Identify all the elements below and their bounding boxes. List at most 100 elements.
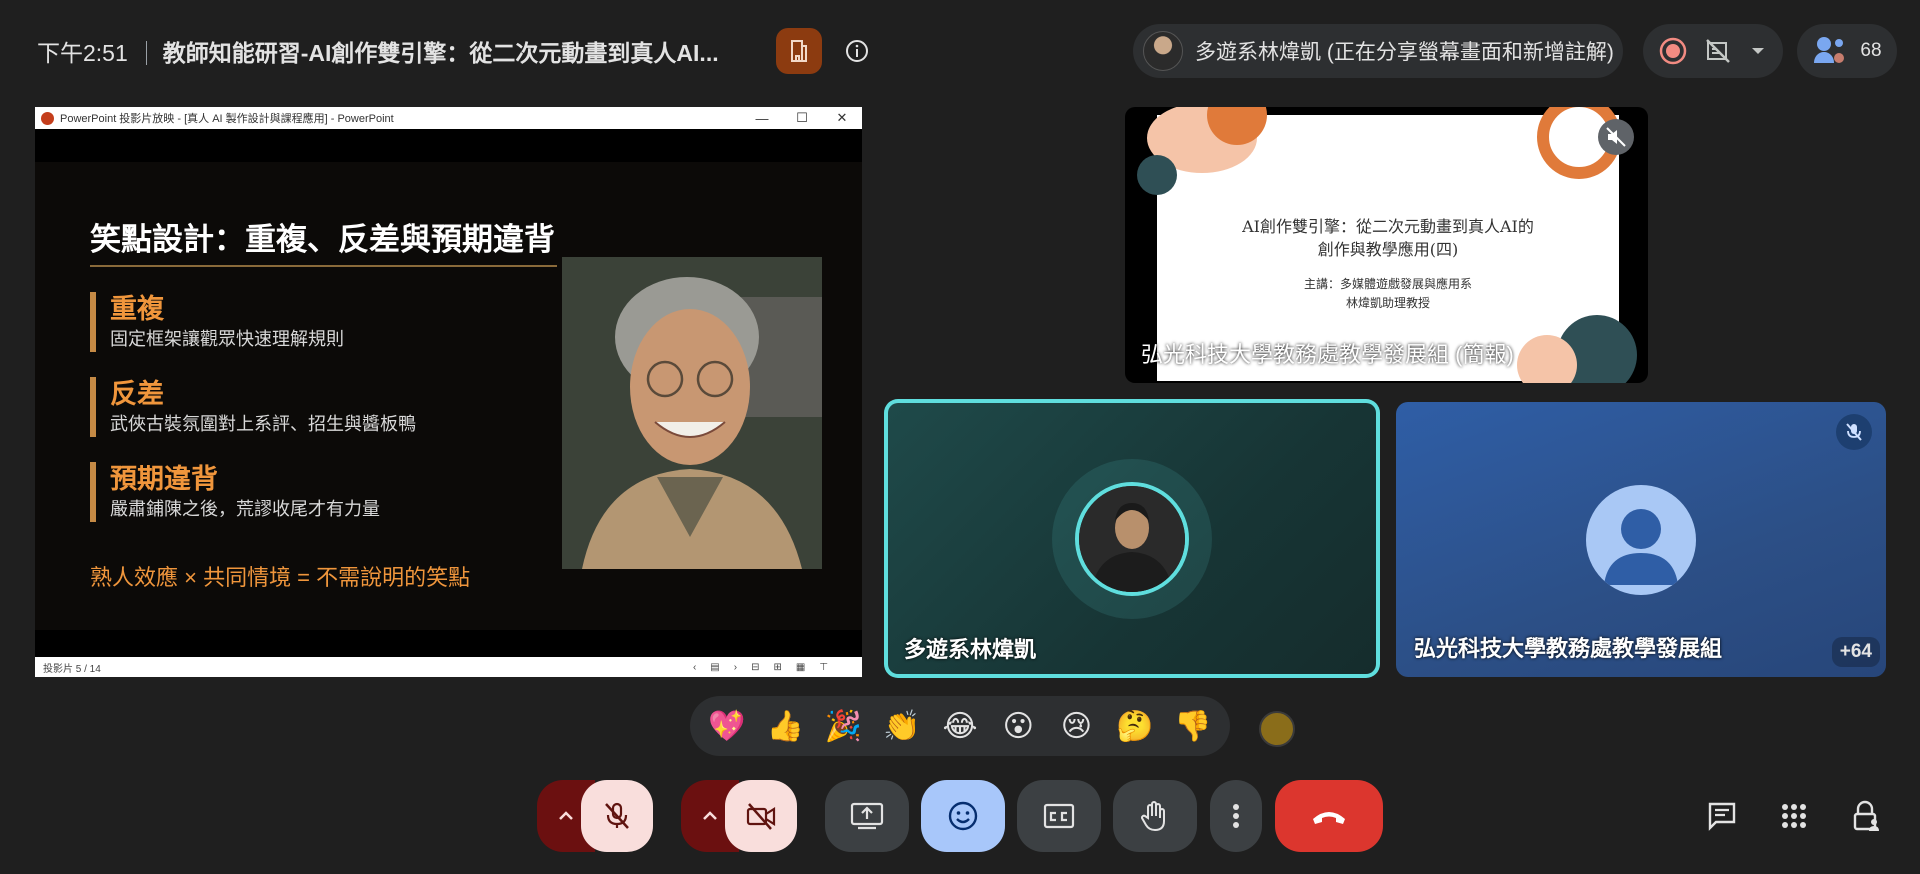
meeting-info-button[interactable] xyxy=(842,36,872,66)
minimize-icon: — xyxy=(755,110,769,126)
meeting-title: 教師知能研習-AI創作雙引擎：從二次元動畫到真人AI... xyxy=(162,40,719,66)
reaction-crying[interactable]: 😢 xyxy=(1053,703,1099,749)
captions-off-icon xyxy=(1706,39,1730,63)
shared-screen: PowerPoint 投影片放映 - [真人 AI 製作設計與課程應用] - P… xyxy=(35,107,862,677)
record-icon xyxy=(1660,37,1687,65)
slide-point: 重複 固定框架讓觀眾快速理解規則 xyxy=(90,292,344,352)
recording-chip[interactable] xyxy=(1643,24,1783,78)
lock-person-icon xyxy=(1853,800,1879,831)
presentation-tile-label: 弘光科技大學教務處教學發展組 (簡報) xyxy=(1141,342,1514,367)
powerpoint-icon xyxy=(41,111,54,125)
person-icon xyxy=(1604,509,1678,585)
current-time: 下午2:51 xyxy=(37,40,128,66)
presenter-chip[interactable]: 多遊系林煒凱 (正在分享螢幕畫面和新增註解) xyxy=(1133,24,1623,78)
camera-off-icon xyxy=(746,803,776,830)
slide-title: 笑點設計：重複、反差與預期違背 xyxy=(90,222,555,257)
reaction-thumbs-down[interactable]: 👎 xyxy=(1170,703,1216,749)
reaction-clapping[interactable]: 👏 xyxy=(879,703,925,749)
camera-toggle-button[interactable] xyxy=(725,780,797,852)
reaction-joy[interactable]: 😂 xyxy=(937,703,983,749)
host-controls-button[interactable] xyxy=(1844,794,1888,838)
header-divider xyxy=(145,41,147,65)
slide-point-desc: 武俠古裝氛圍對上系評、招生與醬板鴨 xyxy=(110,414,416,434)
building-icon xyxy=(791,40,807,62)
slide-point-heading: 預期違背 xyxy=(110,464,218,494)
preview-title-line: AI創作雙引擎：從二次元動畫到真人AI的 xyxy=(1242,217,1534,236)
people-icon xyxy=(1814,37,1845,63)
participant-tile-label: 弘光科技大學教務處教學發展組 xyxy=(1414,636,1723,661)
reaction-thinking[interactable]: 🤔 xyxy=(1112,703,1158,749)
present-screen-button[interactable] xyxy=(825,780,909,852)
view-controls: ‹▤›⊟⊞▦⊤ xyxy=(692,661,842,673)
more-participants-badge[interactable]: +64 xyxy=(1831,637,1880,667)
reaction-sparkling-heart[interactable]: 💖 xyxy=(704,703,750,749)
portrait-illustration xyxy=(562,257,822,569)
portrait-photo xyxy=(562,257,822,569)
chat-icon xyxy=(1708,802,1736,831)
slide-point-desc: 嚴肅鋪陳之後，荒謬收尾才有力量 xyxy=(110,499,380,519)
apps-grid-icon xyxy=(1782,804,1806,828)
raise-hand-icon xyxy=(1141,801,1165,832)
slide-point-heading: 重複 xyxy=(110,294,164,324)
presenter-status-text: 多遊系林煒凱 (正在分享螢幕畫面和新增註解) xyxy=(1195,41,1614,64)
preview-subtitle-line: 林煒凱助理教授 xyxy=(1345,296,1430,310)
participants-button[interactable]: 68 xyxy=(1797,24,1897,78)
reaction-surprised[interactable]: 😮 xyxy=(995,703,1041,749)
reaction-thumbs-up[interactable]: 👍 xyxy=(762,703,808,749)
chat-button[interactable] xyxy=(1700,794,1744,838)
activities-menu-button[interactable] xyxy=(1772,794,1816,838)
activities-button[interactable] xyxy=(776,28,822,74)
info-icon xyxy=(846,40,868,62)
slide-point: 預期違背 嚴肅鋪陳之後，荒謬收尾才有力量 xyxy=(90,462,380,522)
participant-count: 68 xyxy=(1860,40,1882,61)
slide: 笑點設計：重複、反差與預期違背 重複 固定框架讓觀眾快速理解規則 反差 武俠古裝… xyxy=(35,162,862,630)
more-options-button[interactable] xyxy=(1210,780,1262,852)
reactions-bar: 💖 👍 🎉 👏 😂 😮 😢 🤔 👎 xyxy=(690,696,1230,756)
present-screen-icon xyxy=(850,802,884,830)
presentation-tile[interactable]: AI創作雙引擎：從二次元動畫到真人AI的 創作與教學應用(四) 主講：多媒體遊戲… xyxy=(1125,107,1648,383)
active-speaker-tile[interactable]: 多遊系林煒凱 xyxy=(884,399,1380,678)
speaker-tile-label: 多遊系林煒凱 xyxy=(904,637,1037,662)
slide-counter: 投影片 5 / 14 xyxy=(43,663,101,675)
presenter-avatar xyxy=(1143,31,1183,71)
camera-control xyxy=(681,780,797,852)
slide-title-underline xyxy=(90,265,557,267)
hang-up-icon xyxy=(1313,812,1345,824)
speaker-avatar xyxy=(1075,482,1189,596)
captions-button[interactable] xyxy=(1017,780,1101,852)
participant-default-avatar xyxy=(1586,485,1696,595)
powerpoint-statusbar: 投影片 5 / 14 ‹▤›⊟⊞▦⊤ xyxy=(35,657,862,677)
preview-subtitle-line: 主講：多媒體遊戲發展與應用系 xyxy=(1303,277,1472,291)
reactions-button[interactable] xyxy=(921,780,1005,852)
chevron-up-icon xyxy=(703,811,717,820)
participant-tile[interactable]: 弘光科技大學教務處教學發展組 +64 xyxy=(1396,402,1886,677)
closed-captions-icon xyxy=(1043,803,1075,829)
reaction-party-popper[interactable]: 🎉 xyxy=(821,703,867,749)
close-icon: ✕ xyxy=(836,110,848,125)
powerpoint-titlebar: PowerPoint 投影片放映 - [真人 AI 製作設計與課程應用] - P… xyxy=(35,107,862,129)
preview-subtitle: 主講：多媒體遊戲發展與應用系 林煒凱助理教授 xyxy=(1157,275,1619,313)
meeting-header: 下午2:51 教師知能研習-AI創作雙引擎：從二次元動畫到真人AI... xyxy=(37,34,719,68)
maximize-icon: ☐ xyxy=(796,110,808,125)
slide-footer: 熟人效應 × 共同情境 = 不需說明的笑點 xyxy=(90,565,471,590)
microphone-toggle-button[interactable] xyxy=(581,780,653,852)
preview-title: AI創作雙引擎：從二次元動畫到真人AI的 創作與教學應用(四) xyxy=(1157,215,1619,261)
raise-hand-button[interactable] xyxy=(1113,780,1197,852)
chevron-up-icon xyxy=(559,811,573,820)
preview-title-line: 創作與教學應用(四) xyxy=(1317,240,1459,259)
volume-off-icon xyxy=(1606,127,1626,147)
slide-point-heading: 反差 xyxy=(110,379,164,409)
mic-off-icon xyxy=(1846,423,1862,441)
skin-tone-picker[interactable] xyxy=(1259,711,1295,747)
mic-off-icon xyxy=(605,802,629,829)
more-vert-icon xyxy=(1233,804,1239,828)
microphone-control xyxy=(537,780,653,852)
speaker-avatar-illustration xyxy=(1079,486,1185,592)
chevron-down-icon xyxy=(1751,48,1764,54)
decor-blob xyxy=(1137,155,1177,195)
slide-point: 反差 武俠古裝氛圍對上系評、招生與醬板鴨 xyxy=(90,377,416,437)
window-title: PowerPoint 投影片放映 - [真人 AI 製作設計與課程應用] - P… xyxy=(60,113,394,125)
leave-call-button[interactable] xyxy=(1275,780,1383,852)
participant-muted-badge xyxy=(1836,414,1872,450)
slide-point-desc: 固定框架讓觀眾快速理解規則 xyxy=(110,329,344,349)
